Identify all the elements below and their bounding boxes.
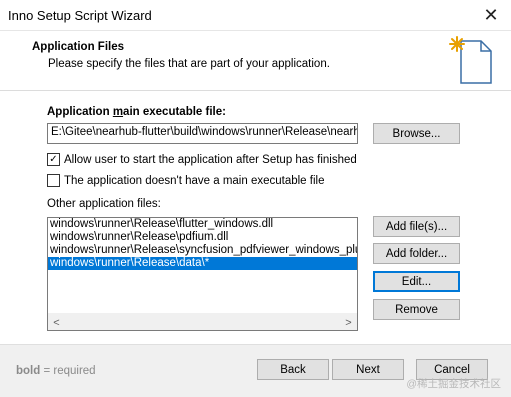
footer-bar: bold = required Back Next Cancel @稀土掘金技术… (0, 344, 511, 397)
no-main-exe-option[interactable]: The application doesn't have a main exec… (47, 174, 324, 187)
edit-button[interactable]: Edit... (373, 271, 460, 292)
list-item[interactable]: windows\runner\Release\flutter_windows.d… (48, 218, 357, 231)
required-legend: bold = required (16, 365, 96, 377)
close-button[interactable]: ✕ (471, 0, 511, 31)
chevron-left-icon: < (53, 316, 60, 329)
title-bar: Inno Setup Script Wizard ✕ (0, 0, 511, 31)
main-exe-input[interactable]: E:\Gitee\nearhub-flutter\build\windows\r… (47, 123, 358, 144)
window-title: Inno Setup Script Wizard (8, 8, 152, 23)
no-main-exe-checkbox[interactable] (47, 174, 60, 187)
add-files-button[interactable]: Add file(s)... (373, 216, 460, 237)
chevron-right-icon: > (345, 316, 352, 329)
allow-start-checkbox[interactable]: ✓ (47, 153, 60, 166)
page-header: Application Files Please specify the fil… (0, 31, 511, 91)
close-icon: ✕ (483, 5, 499, 25)
other-files-list[interactable]: windows\runner\Release\flutter_windows.d… (47, 217, 358, 331)
allow-start-option[interactable]: ✓ Allow user to start the application af… (47, 153, 357, 166)
horizontal-scrollbar[interactable]: < > (48, 313, 357, 330)
next-button[interactable]: Next (332, 359, 404, 380)
watermark: @稀土掘金技术社区 (406, 378, 501, 390)
main-exe-label: Application main executable file: (47, 106, 226, 118)
page-subtitle: Please specify the files that are part o… (48, 58, 330, 70)
remove-button[interactable]: Remove (373, 299, 460, 320)
back-button[interactable]: Back (257, 359, 329, 380)
scroll-right-button[interactable]: > (340, 314, 357, 330)
browse-button[interactable]: Browse... (373, 123, 460, 144)
add-folder-button[interactable]: Add folder... (373, 243, 460, 264)
list-item[interactable]: windows\runner\Release\pdfium.dll (48, 231, 357, 244)
no-main-exe-label: The application doesn't have a main exec… (64, 174, 325, 187)
list-item-selected[interactable]: windows\runner\Release\data\* (48, 257, 357, 270)
other-files-label: Other application files: (47, 198, 161, 210)
list-item[interactable]: windows\runner\Release\syncfusion_pdfvie… (48, 244, 357, 257)
allow-start-label: Allow user to start the application afte… (64, 153, 357, 166)
page-title: Application Files (32, 41, 125, 53)
scroll-left-button[interactable]: < (48, 314, 65, 330)
content-area: Application main executable file: E:\Git… (0, 92, 511, 344)
wizard-page-icon (449, 36, 492, 84)
